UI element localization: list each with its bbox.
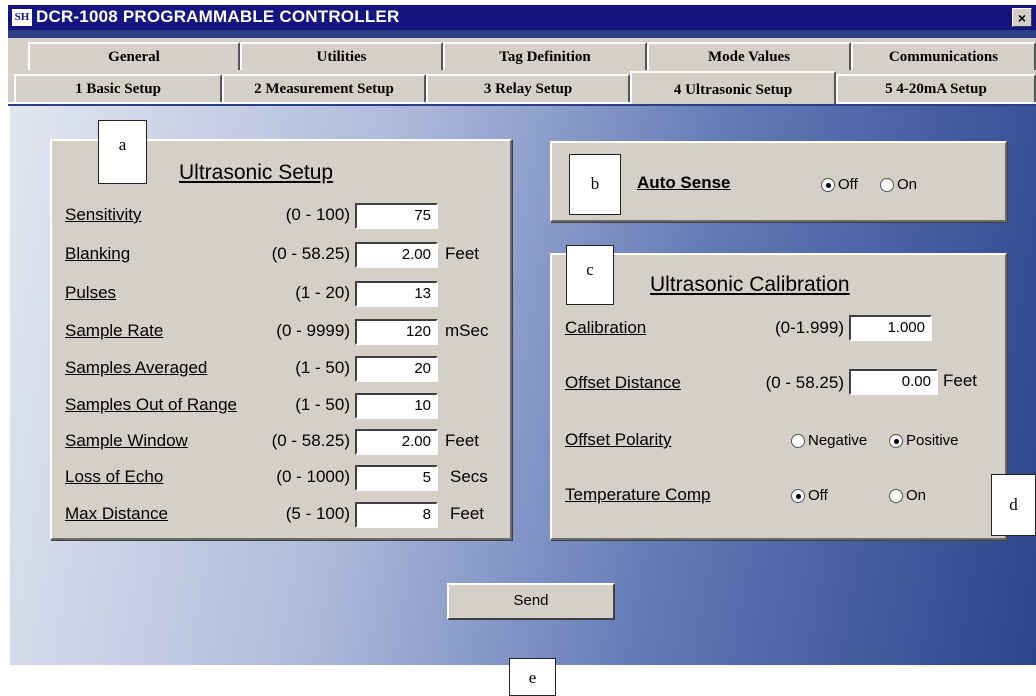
- sample-rate-field[interactable]: 120: [355, 319, 438, 345]
- offset-distance-range: (0 - 58.25): [765, 373, 844, 392]
- callout-c: c: [566, 245, 614, 305]
- radio-unselected-icon: [791, 434, 805, 448]
- tab-basic-setup[interactable]: 1 Basic Setup: [14, 74, 222, 102]
- radio-selected-icon: [821, 178, 835, 192]
- calibration-field[interactable]: 1.000: [849, 315, 932, 341]
- sample-window-range: (0 - 58.25): [271, 431, 350, 450]
- pulses-label: Pulses: [65, 283, 117, 302]
- max-distance-label: Max Distance: [65, 504, 168, 523]
- tab-row-bottom: 1 Basic Setup 2 Measurement Setup 3 Rela…: [8, 70, 1036, 104]
- sensitivity-range: (0 - 100): [285, 205, 350, 224]
- app-logo-icon: SH: [12, 9, 32, 26]
- loss-of-echo-range: (0 - 1000): [276, 467, 350, 486]
- sensitivity-field[interactable]: 75: [355, 203, 438, 229]
- tab-ultrasonic-setup[interactable]: 4 Ultrasonic Setup: [630, 71, 836, 104]
- tab-4-20ma-setup[interactable]: 5 4-20mA Setup: [836, 74, 1036, 102]
- auto-sense-off-label: Off: [838, 176, 858, 193]
- auto-sense-off-radio[interactable]: Off: [821, 175, 871, 197]
- sample-window-field[interactable]: 2.00: [355, 429, 438, 455]
- offset-polarity-negative-label: Negative: [808, 432, 868, 449]
- auto-sense-on-label: On: [897, 176, 918, 193]
- radio-selected-icon: [791, 489, 805, 503]
- offset-polarity-label: Offset Polarity: [565, 430, 672, 449]
- pulses-field[interactable]: 13: [355, 281, 438, 307]
- tab-relay-setup[interactable]: 3 Relay Setup: [426, 74, 630, 102]
- calibration-label: Calibration: [565, 318, 647, 337]
- close-button[interactable]: ×: [1012, 8, 1032, 27]
- samples-out-of-range-label: Samples Out of Range: [65, 395, 237, 414]
- blanking-unit: Feet: [445, 244, 480, 263]
- radio-unselected-icon: [880, 178, 894, 192]
- blanking-label: Blanking: [65, 244, 131, 263]
- sample-rate-label: Sample Rate: [65, 321, 164, 340]
- max-distance-range: (5 - 100): [285, 504, 350, 523]
- samples-out-of-range-range: (1 - 50): [295, 395, 350, 414]
- calibration-range: (0-1.999): [775, 318, 844, 337]
- ultrasonic-calibration-panel: Ultrasonic Calibration Calibration (0-1.…: [550, 253, 1007, 540]
- offset-polarity-negative-radio[interactable]: Negative: [791, 431, 871, 453]
- blanking-field[interactable]: 2.00: [355, 242, 438, 268]
- loss-of-echo-field[interactable]: 5: [355, 465, 438, 491]
- samples-averaged-label: Samples Averaged: [65, 358, 208, 377]
- temperature-comp-label: Temperature Comp: [565, 485, 711, 504]
- auto-sense-on-radio[interactable]: On: [880, 175, 930, 197]
- max-distance-field[interactable]: 8: [355, 502, 438, 528]
- tab-mode-values[interactable]: Mode Values: [647, 42, 851, 70]
- ultrasonic-setup-panel: Ultrasonic Setup Sensitivity (0 - 100) 7…: [50, 139, 512, 540]
- offset-polarity-positive-radio[interactable]: Positive: [889, 431, 971, 453]
- sample-rate-range: (0 - 9999): [276, 321, 350, 340]
- tab-utilities[interactable]: Utilities: [240, 42, 443, 70]
- pulses-range: (1 - 20): [295, 283, 350, 302]
- send-button[interactable]: Send: [447, 583, 615, 620]
- temperature-comp-on-label: On: [906, 487, 927, 504]
- callout-b: b: [569, 154, 621, 215]
- title-bar: SH DCR-1008 PROGRAMMABLE CONTROLLER ×: [8, 5, 1036, 30]
- window-title: DCR-1008 PROGRAMMABLE CONTROLLER: [36, 7, 400, 26]
- offset-distance-unit: Feet: [943, 371, 978, 390]
- temperature-comp-off-radio[interactable]: Off: [791, 486, 841, 508]
- radio-unselected-icon: [889, 489, 903, 503]
- loss-of-echo-label: Loss of Echo: [65, 467, 164, 486]
- sample-window-label: Sample Window: [65, 431, 188, 450]
- ultrasonic-setup-title: Ultrasonic Setup: [179, 161, 334, 184]
- temperature-comp-off-label: Off: [808, 487, 828, 504]
- ultrasonic-calibration-title: Ultrasonic Calibration: [650, 273, 850, 296]
- loss-of-echo-unit: Secs: [450, 467, 488, 486]
- temperature-comp-on-radio[interactable]: On: [889, 486, 939, 508]
- samples-averaged-field[interactable]: 20: [355, 356, 438, 382]
- sample-window-unit: Feet: [445, 431, 480, 450]
- blanking-range: (0 - 58.25): [271, 244, 350, 263]
- max-distance-unit: Feet: [450, 504, 485, 523]
- sample-rate-unit: mSec: [445, 321, 489, 340]
- offset-distance-field[interactable]: 0.00: [849, 369, 938, 395]
- tab-measurement-setup[interactable]: 2 Measurement Setup: [222, 74, 426, 102]
- tab-row-top: General Utilities Tag Definition Mode Va…: [8, 38, 1036, 70]
- offset-distance-label: Offset Distance: [565, 373, 681, 392]
- radio-selected-icon: [889, 434, 903, 448]
- tab-general[interactable]: General: [28, 42, 240, 70]
- tab-communications[interactable]: Communications: [851, 42, 1036, 70]
- sensitivity-label: Sensitivity: [65, 205, 142, 224]
- callout-d: d: [991, 474, 1036, 536]
- tab-tag-definition[interactable]: Tag Definition: [443, 42, 647, 70]
- auto-sense-label: Auto Sense: [637, 173, 731, 192]
- offset-polarity-positive-label: Positive: [906, 432, 959, 449]
- samples-out-of-range-field[interactable]: 10: [355, 393, 438, 419]
- samples-averaged-range: (1 - 50): [295, 358, 350, 377]
- callout-e: e: [509, 658, 556, 696]
- callout-a: a: [98, 120, 147, 184]
